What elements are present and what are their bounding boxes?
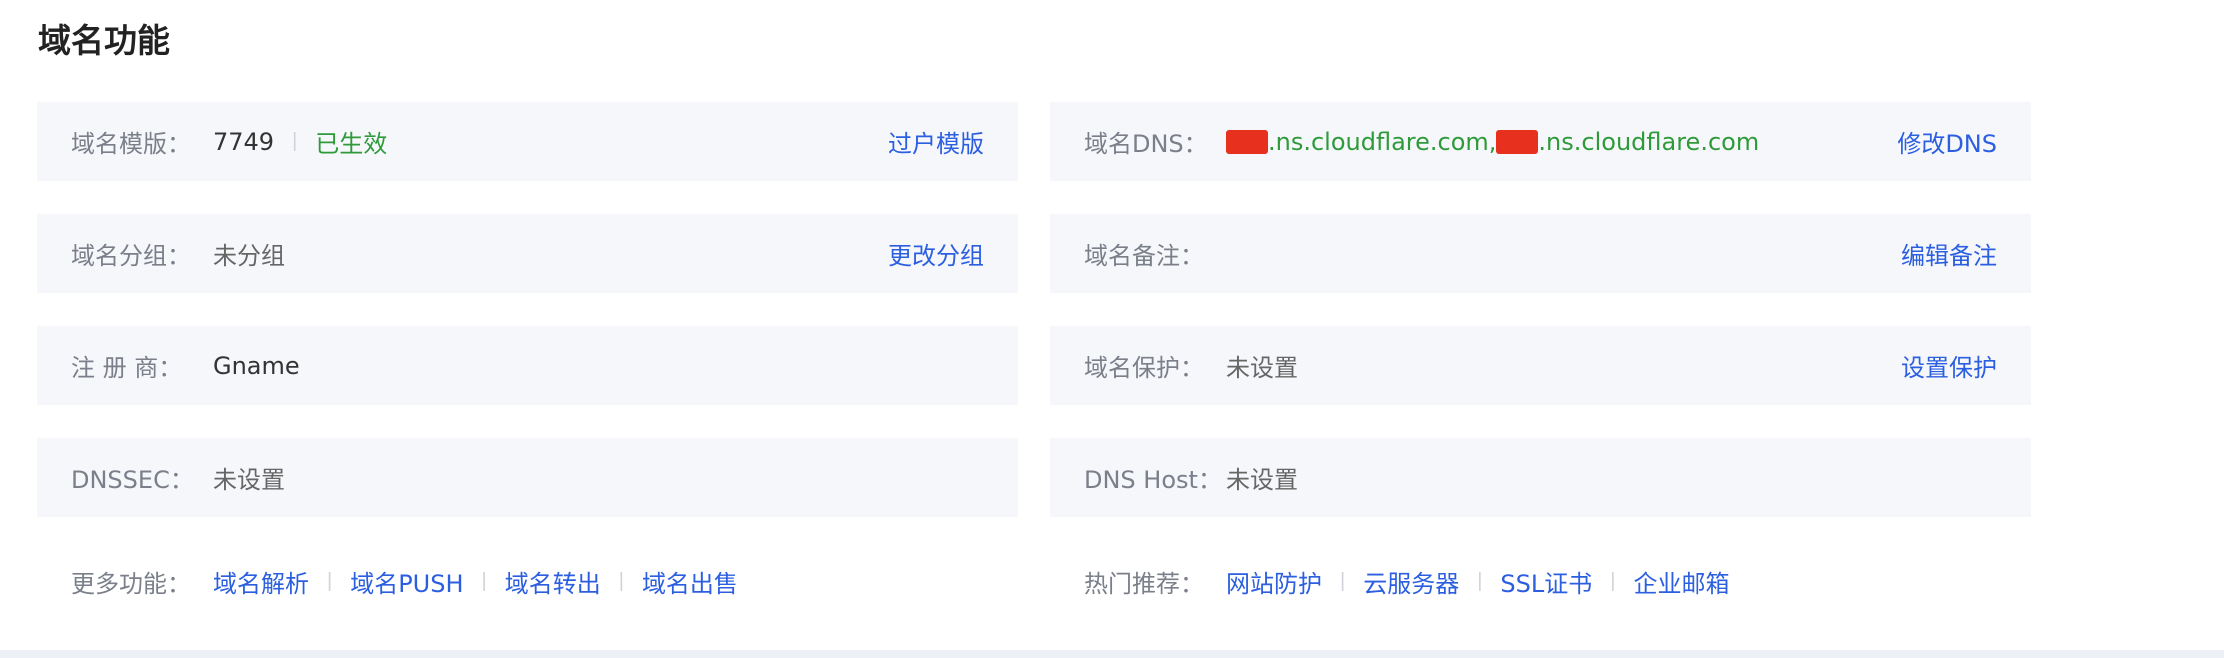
label-dnssec: DNSSEC： xyxy=(71,466,194,494)
more-features: 更多功能： 域名解析 | 域名PUSH | 域名转出 | 域名出售 xyxy=(37,552,1018,610)
link-ssl-certificate[interactable]: SSL证书 xyxy=(1500,564,1592,599)
label-hot-recommendations: 热门推荐： xyxy=(1084,569,1204,598)
divider: | xyxy=(1340,569,1346,592)
redaction-mark xyxy=(1226,129,1268,154)
dns-servers-value: .ns.cloudflare.com, .ns.cloudflare.com xyxy=(1226,128,1759,156)
domain-protection-value: 未设置 xyxy=(1226,354,1298,382)
set-protection-link[interactable]: 设置保护 xyxy=(1901,348,1997,383)
divider: | xyxy=(618,569,624,592)
dnssec-value: 未设置 xyxy=(213,466,285,494)
transfer-template-link[interactable]: 过户模版 xyxy=(888,124,984,159)
link-domain-sale[interactable]: 域名出售 xyxy=(642,564,738,599)
domain-group-value: 未分组 xyxy=(213,242,285,270)
section-title: 域名功能 xyxy=(38,21,170,60)
label-more-features: 更多功能： xyxy=(71,569,191,598)
hot-recommendations: 热门推荐： 网站防护 | 云服务器 | SSL证书 | 企业邮箱 xyxy=(1050,552,2031,610)
redaction-mark xyxy=(1496,129,1539,154)
row-dns-host: DNS Host： 未设置 xyxy=(1050,438,2031,517)
dns-host-value: 未设置 xyxy=(1226,466,1298,494)
link-domain-transfer-out[interactable]: 域名转出 xyxy=(505,564,601,599)
bottom-divider xyxy=(0,650,2224,658)
row-domain-template: 域名模版： 7749 | 已生效 过户模版 xyxy=(37,102,1018,181)
registrar-value: Gname xyxy=(213,351,300,380)
label-domain-dns: 域名DNS： xyxy=(1084,130,1208,158)
row-domain-dns: 域名DNS： .ns.cloudflare.com, .ns.cloudflare… xyxy=(1050,102,2031,181)
row-domain-note: 域名备注： 编辑备注 xyxy=(1050,214,2031,293)
label-domain-template: 域名模版： xyxy=(71,130,191,158)
row-domain-group: 域名分组： 未分组 更改分组 xyxy=(37,214,1018,293)
divider: | xyxy=(292,130,298,152)
change-group-link[interactable]: 更改分组 xyxy=(888,236,984,271)
domain-template-value: 7749 xyxy=(213,127,275,156)
row-dnssec: DNSSEC： 未设置 xyxy=(37,438,1018,517)
edit-note-link[interactable]: 编辑备注 xyxy=(1901,236,1997,271)
ns1-value: .ns.cloudflare.com, xyxy=(1268,127,1497,156)
divider: | xyxy=(481,569,487,592)
ns2-value: .ns.cloudflare.com xyxy=(1538,127,1760,156)
label-registrar: 注 册 商： xyxy=(71,354,183,382)
divider: | xyxy=(327,569,333,592)
label-domain-protection: 域名保护： xyxy=(1084,354,1204,382)
template-status-badge: 已生效 xyxy=(315,131,388,158)
modify-dns-link[interactable]: 修改DNS xyxy=(1897,124,1997,159)
link-website-protection[interactable]: 网站防护 xyxy=(1226,564,1322,599)
link-enterprise-email[interactable]: 企业邮箱 xyxy=(1633,564,1729,599)
label-dns-host: DNS Host： xyxy=(1084,466,1222,494)
link-dns-resolution[interactable]: 域名解析 xyxy=(213,564,309,599)
row-domain-protection: 域名保护： 未设置 设置保护 xyxy=(1050,326,2031,405)
link-domain-push[interactable]: 域名PUSH xyxy=(350,564,463,599)
row-registrar: 注 册 商： Gname xyxy=(37,326,1018,405)
divider: | xyxy=(1477,569,1483,592)
link-cloud-server[interactable]: 云服务器 xyxy=(1363,564,1459,599)
label-domain-note: 域名备注： xyxy=(1084,242,1204,270)
label-domain-group: 域名分组： xyxy=(71,242,191,270)
divider: | xyxy=(1610,569,1616,592)
